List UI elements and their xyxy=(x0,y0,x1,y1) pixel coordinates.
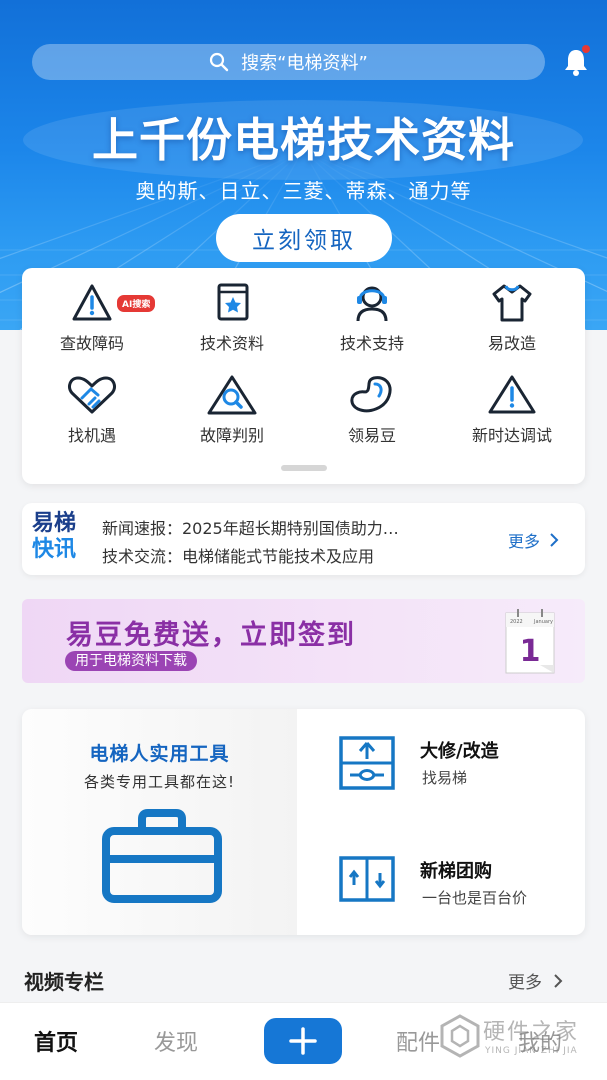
quick-access-grid: 查故障码 AI搜索 技术资料 技术支持 易改造 找机遇 故障判别 领易豆 新时达… xyxy=(22,268,585,484)
calendar-year: 2022 xyxy=(510,619,523,625)
renovation-title: 大修/改造 xyxy=(420,741,499,762)
notification-dot xyxy=(582,45,590,53)
grid-item-get-beans[interactable]: 领易豆 xyxy=(302,374,442,464)
elevator-renovation-icon xyxy=(339,736,395,790)
video-section-title: 视频专栏 xyxy=(24,970,104,994)
grid-item-fault-code[interactable]: 查故障码 AI搜索 xyxy=(22,282,162,372)
video-more-label: 更多 xyxy=(508,973,542,993)
search-placeholder: 搜索“电梯资料” xyxy=(241,53,368,74)
news-ticker[interactable]: 易梯 快讯 新闻速报：2025年超长期特别国债助力… 技术交流：电梯储能式节能技… xyxy=(22,503,585,575)
grid-item-opportunity[interactable]: 找机遇 xyxy=(22,374,162,464)
grid-item-label: 技术资料 xyxy=(199,334,264,353)
toolbox-icon xyxy=(102,809,222,903)
watermark-text: 硬件之家 xyxy=(483,1020,580,1045)
handshake-heart-icon xyxy=(68,376,116,414)
news-item[interactable]: 新闻速报：2025年超长期特别国债助力… xyxy=(102,515,494,539)
tools-section: 电梯人实用工具 各类专用工具都在这! 大修/改造 找易梯 新梯团购 一台也是百台… xyxy=(22,709,585,935)
calendar-icon: 2022 January 1 xyxy=(505,609,555,674)
news-more-link[interactable]: 更多 xyxy=(508,528,562,552)
warning-triangle-icon xyxy=(488,375,536,414)
tab-parts[interactable]: 配件 xyxy=(396,1025,440,1057)
grid-item-step-debug[interactable]: 新时达调试 xyxy=(442,374,582,464)
grid-item-label: 找机遇 xyxy=(67,426,116,445)
elevator-doors-icon xyxy=(339,856,395,902)
tab-home[interactable]: 首页 xyxy=(34,1025,78,1057)
plus-icon xyxy=(289,1027,317,1055)
claim-now-button[interactable]: 立刻领取 xyxy=(216,214,392,262)
renovation-tool-row[interactable]: 大修/改造 找易梯 xyxy=(338,735,578,799)
watermark-subtext: YING JIAN ZHI JIA xyxy=(485,1046,578,1056)
grid-item-label: 领易豆 xyxy=(347,426,396,445)
notification-bell-icon[interactable] xyxy=(560,45,592,78)
news-more-label: 更多 xyxy=(508,532,541,551)
news-logo-line2: 快讯 xyxy=(32,537,77,562)
triangle-magnifier-icon xyxy=(207,375,257,415)
watermark-logo-icon xyxy=(440,1014,480,1058)
search-bar[interactable]: 搜索“电梯资料” xyxy=(32,44,545,80)
banner-title: 上千份电梯技术资料 xyxy=(92,113,515,167)
chevron-right-icon xyxy=(554,973,563,988)
tab-discover[interactable]: 发现 xyxy=(154,1025,198,1057)
banner-subtitle: 奥的斯、日立、三菱、蒂森、通力等 xyxy=(135,179,472,203)
grid-page-indicator xyxy=(281,465,327,471)
headset-person-icon xyxy=(356,286,388,322)
group-buy-subtitle: 一台也是百台价 xyxy=(422,889,528,907)
news-logo: 易梯 快讯 xyxy=(32,511,92,563)
group-buy-tool-row[interactable]: 新梯团购 一台也是百台价 xyxy=(338,855,578,919)
tools-title: 电梯人实用工具 xyxy=(89,743,230,765)
group-buy-title: 新梯团购 xyxy=(420,861,492,882)
tools-subtitle: 各类专用工具都在这! xyxy=(83,773,235,791)
shirt-icon xyxy=(492,284,532,322)
add-button[interactable] xyxy=(264,1018,342,1064)
warning-triangle-icon xyxy=(72,284,112,321)
renovation-subtitle: 找易梯 xyxy=(422,769,468,787)
book-star-icon xyxy=(217,283,249,321)
calendar-month: January xyxy=(533,619,553,625)
video-more-link[interactable]: 更多 xyxy=(508,968,566,993)
grid-item-tech-support[interactable]: 技术支持 xyxy=(302,282,442,372)
bean-icon xyxy=(350,376,392,413)
grid-item-label: 故障判别 xyxy=(199,426,264,445)
grid-item-label: 易改造 xyxy=(487,334,536,353)
news-logo-line1: 易梯 xyxy=(32,511,77,536)
ai-search-badge: AI搜索 xyxy=(116,294,157,313)
grid-item-renovation[interactable]: 易改造 xyxy=(442,282,582,372)
news-item[interactable]: 技术交流：电梯储能式节能技术及应用 xyxy=(102,543,494,567)
grid-item-fault-diagnosis[interactable]: 故障判别 xyxy=(162,374,302,464)
sign-in-subtitle: 用于电梯资料下载 xyxy=(65,651,197,671)
search-icon xyxy=(210,52,229,72)
grid-item-label: 查故障码 xyxy=(59,334,124,353)
practical-tools-card[interactable]: 电梯人实用工具 各类专用工具都在这! xyxy=(22,709,297,935)
chevron-right-icon xyxy=(550,533,559,547)
calendar-day: 1 xyxy=(520,634,541,669)
site-watermark: 硬件之家 YING JIAN ZHI JIA xyxy=(438,1006,607,1076)
sign-in-banner[interactable]: 易豆免费送，立即签到 用于电梯资料下载 2022 January 1 xyxy=(22,599,585,683)
grid-item-label: 技术支持 xyxy=(339,334,404,353)
grid-item-tech-docs[interactable]: 技术资料 xyxy=(162,282,302,372)
sign-in-title: 易豆免费送，立即签到 xyxy=(66,620,356,651)
grid-item-label: 新时达调试 xyxy=(471,426,552,445)
